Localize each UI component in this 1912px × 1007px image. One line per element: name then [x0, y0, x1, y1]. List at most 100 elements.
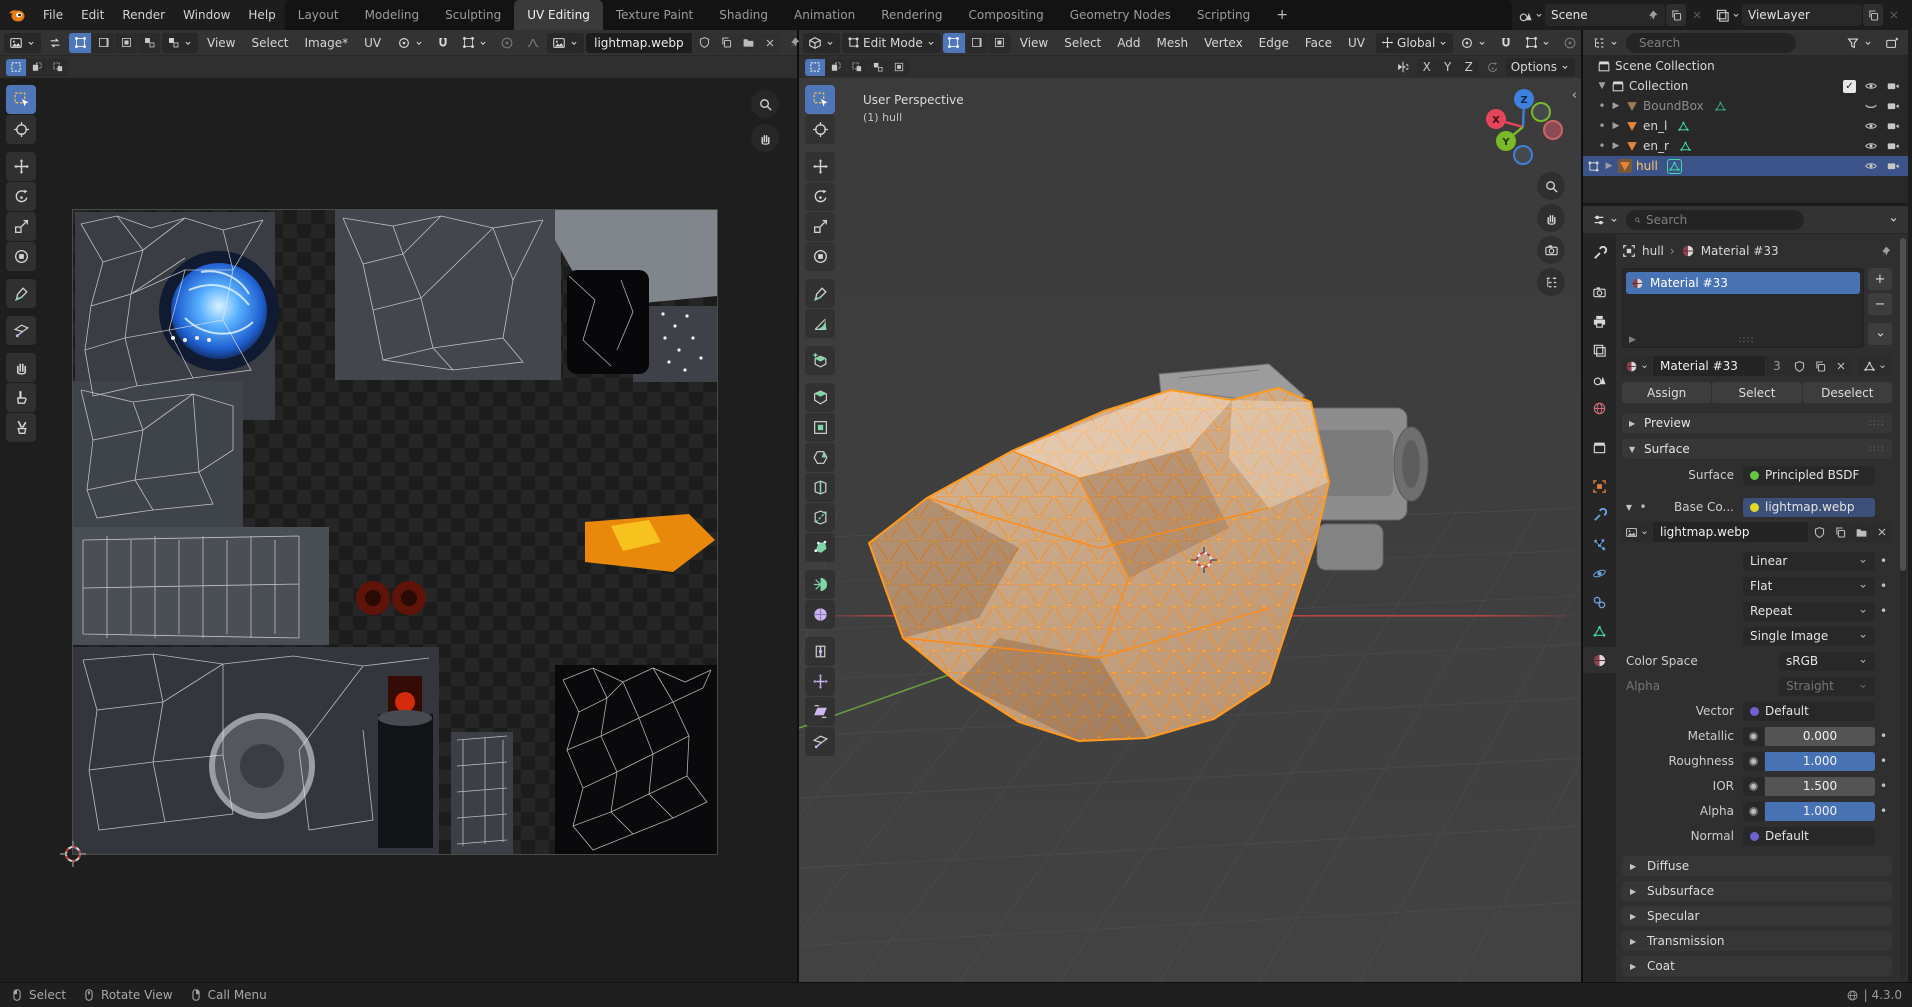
camera-visibility-icon[interactable]: [1886, 79, 1900, 93]
tab-shading[interactable]: Shading: [706, 0, 781, 30]
pin-icon[interactable]: [1646, 9, 1659, 22]
viewlayer-icon[interactable]: [1715, 8, 1741, 23]
scene-name-field[interactable]: Scene: [1545, 4, 1665, 26]
uv-pivot-dropdown[interactable]: [392, 33, 429, 53]
select-button[interactable]: Select: [1712, 382, 1801, 403]
image-name-field[interactable]: lightmap.webp: [1653, 522, 1808, 542]
properties-scrollbar[interactable]: [1900, 238, 1906, 978]
vp-canvas[interactable]: User Perspective (1) hull ‹: [799, 78, 1581, 982]
outliner-row-hull[interactable]: ▶ hull: [1583, 156, 1908, 176]
fake-user-shield-icon[interactable]: [694, 33, 715, 53]
vp-menu-mesh[interactable]: Mesh: [1150, 36, 1196, 50]
tab-object[interactable]: [1583, 473, 1616, 499]
vp-selectmode-subtract-button[interactable]: [847, 59, 867, 76]
color-space-dropdown[interactable]: sRGB: [1779, 652, 1875, 671]
uv-image-name-field[interactable]: lightmap.webp: [586, 33, 692, 53]
outliner-row-en-l[interactable]: • ▶ en_l: [1583, 116, 1908, 136]
breadcrumb-material[interactable]: Material #33: [1701, 244, 1779, 258]
expand-caret[interactable]: ▶: [1604, 161, 1614, 171]
tab-modeling[interactable]: Modeling: [352, 0, 433, 30]
scrollbar-thumb[interactable]: [1900, 238, 1906, 571]
menu-render[interactable]: Render: [113, 0, 174, 30]
uv-tool-move[interactable]: [6, 152, 36, 181]
camera-visibility-icon[interactable]: [1886, 99, 1900, 113]
uv-selectmode-new-button[interactable]: [6, 59, 26, 76]
tab-particles[interactable]: [1583, 531, 1616, 557]
outliner-filter-dropdown[interactable]: [1841, 33, 1878, 53]
add-workspace-button[interactable]: +: [1263, 0, 1301, 30]
eye-icon[interactable]: [1864, 119, 1878, 133]
scene-copy-button[interactable]: [1666, 4, 1686, 26]
tab-tool[interactable]: [1583, 240, 1616, 266]
tab-uv-editing[interactable]: UV Editing: [514, 0, 603, 30]
tab-view-layer[interactable]: [1583, 337, 1616, 363]
tab-render[interactable]: [1583, 279, 1616, 305]
panel-sheen[interactable]: ▶Sheen: [1622, 981, 1892, 982]
tab-material[interactable]: [1583, 647, 1616, 673]
tab-scene[interactable]: [1583, 366, 1616, 392]
alpha-slider[interactable]: 1.000: [1765, 802, 1875, 821]
vp-tool-select-box[interactable]: [805, 85, 835, 114]
vp-selectmode-intersect-button[interactable]: [889, 59, 909, 76]
select-mode-edge-button[interactable]: [966, 33, 988, 53]
ior-decorator[interactable]: [1743, 777, 1764, 796]
new-image-copy-icon[interactable]: [716, 33, 737, 53]
menu-window[interactable]: Window: [174, 0, 239, 30]
material-slot-list[interactable]: Material #33 ▶::::: [1622, 268, 1864, 348]
vp-tool-extrude-region[interactable]: [805, 383, 835, 412]
properties-editor-type-button[interactable]: [1587, 210, 1624, 230]
tab-world[interactable]: [1583, 395, 1616, 421]
vp-scene[interactable]: [799, 78, 1581, 982]
mirror-z-button[interactable]: Z: [1459, 59, 1479, 76]
projection-dropdown[interactable]: Flat: [1743, 577, 1875, 596]
tab-collection[interactable]: [1583, 434, 1616, 460]
panel-surface[interactable]: ▼ Surface ::::: [1622, 439, 1892, 459]
uv-menu-view[interactable]: View: [200, 36, 242, 50]
tab-geometry-nodes[interactable]: Geometry Nodes: [1057, 0, 1184, 30]
roughness-slider[interactable]: 1.000: [1765, 752, 1875, 771]
tab-animation[interactable]: Animation: [781, 0, 868, 30]
new-image-copy-icon[interactable]: [1830, 522, 1850, 542]
uv-snap-toggle[interactable]: [431, 33, 455, 53]
uv-select-vertex-button[interactable]: [69, 33, 91, 53]
vp-tool-bevel[interactable]: [805, 443, 835, 472]
surface-shader-field[interactable]: Principled BSDF: [1743, 466, 1875, 485]
uv-menu-image[interactable]: Image*: [298, 36, 356, 50]
eye-icon[interactable]: [1864, 139, 1878, 153]
vp-tool-shear[interactable]: [805, 697, 835, 726]
fake-user-shield-icon[interactable]: [1789, 356, 1809, 376]
vp-menu-add[interactable]: Add: [1110, 36, 1147, 50]
tab-output[interactable]: [1583, 308, 1616, 334]
camera-visibility-icon[interactable]: [1886, 139, 1900, 153]
vp-camera-view-button[interactable]: [1537, 236, 1565, 264]
unlink-image-x-icon[interactable]: [760, 33, 781, 53]
vp-tool-annotate[interactable]: [805, 279, 835, 308]
unlink-image-x-icon[interactable]: [1872, 522, 1892, 542]
deselect-button[interactable]: Deselect: [1803, 382, 1892, 403]
eye-icon[interactable]: [1864, 79, 1878, 93]
new-collection-button[interactable]: [1880, 33, 1904, 53]
uv-snap-settings-dropdown[interactable]: [457, 33, 493, 53]
assign-button[interactable]: Assign: [1622, 382, 1711, 403]
interpolation-dropdown[interactable]: Linear: [1743, 552, 1875, 571]
region-collapse-icon[interactable]: ‹: [1572, 88, 1577, 103]
uv-tool-select-box[interactable]: [6, 85, 36, 114]
vp-tool-cursor[interactable]: [805, 115, 835, 144]
eye-closed-icon[interactable]: [1864, 99, 1878, 113]
mirror-x-button[interactable]: X: [1417, 59, 1437, 76]
camera-visibility-icon[interactable]: [1886, 159, 1900, 173]
tab-scripting[interactable]: Scripting: [1184, 0, 1263, 30]
browse-image-button[interactable]: [1622, 522, 1652, 542]
panel-preview[interactable]: ▶ Preview ::::: [1622, 413, 1892, 433]
users-count-button[interactable]: 3: [1766, 356, 1788, 376]
vp-menu-face[interactable]: Face: [1298, 36, 1339, 50]
viewlayer-copy-button[interactable]: [1863, 4, 1883, 26]
vp-tool-rip-region[interactable]: [805, 727, 835, 756]
properties-options-chevron[interactable]: [1883, 210, 1904, 230]
uv-tool-transform[interactable]: [6, 242, 36, 271]
tab-rendering[interactable]: Rendering: [868, 0, 955, 30]
uv-canvas[interactable]: [0, 78, 797, 982]
camera-visibility-icon[interactable]: [1886, 119, 1900, 133]
normal-field[interactable]: Default: [1743, 827, 1875, 846]
vp-tool-poly-build[interactable]: [805, 533, 835, 562]
